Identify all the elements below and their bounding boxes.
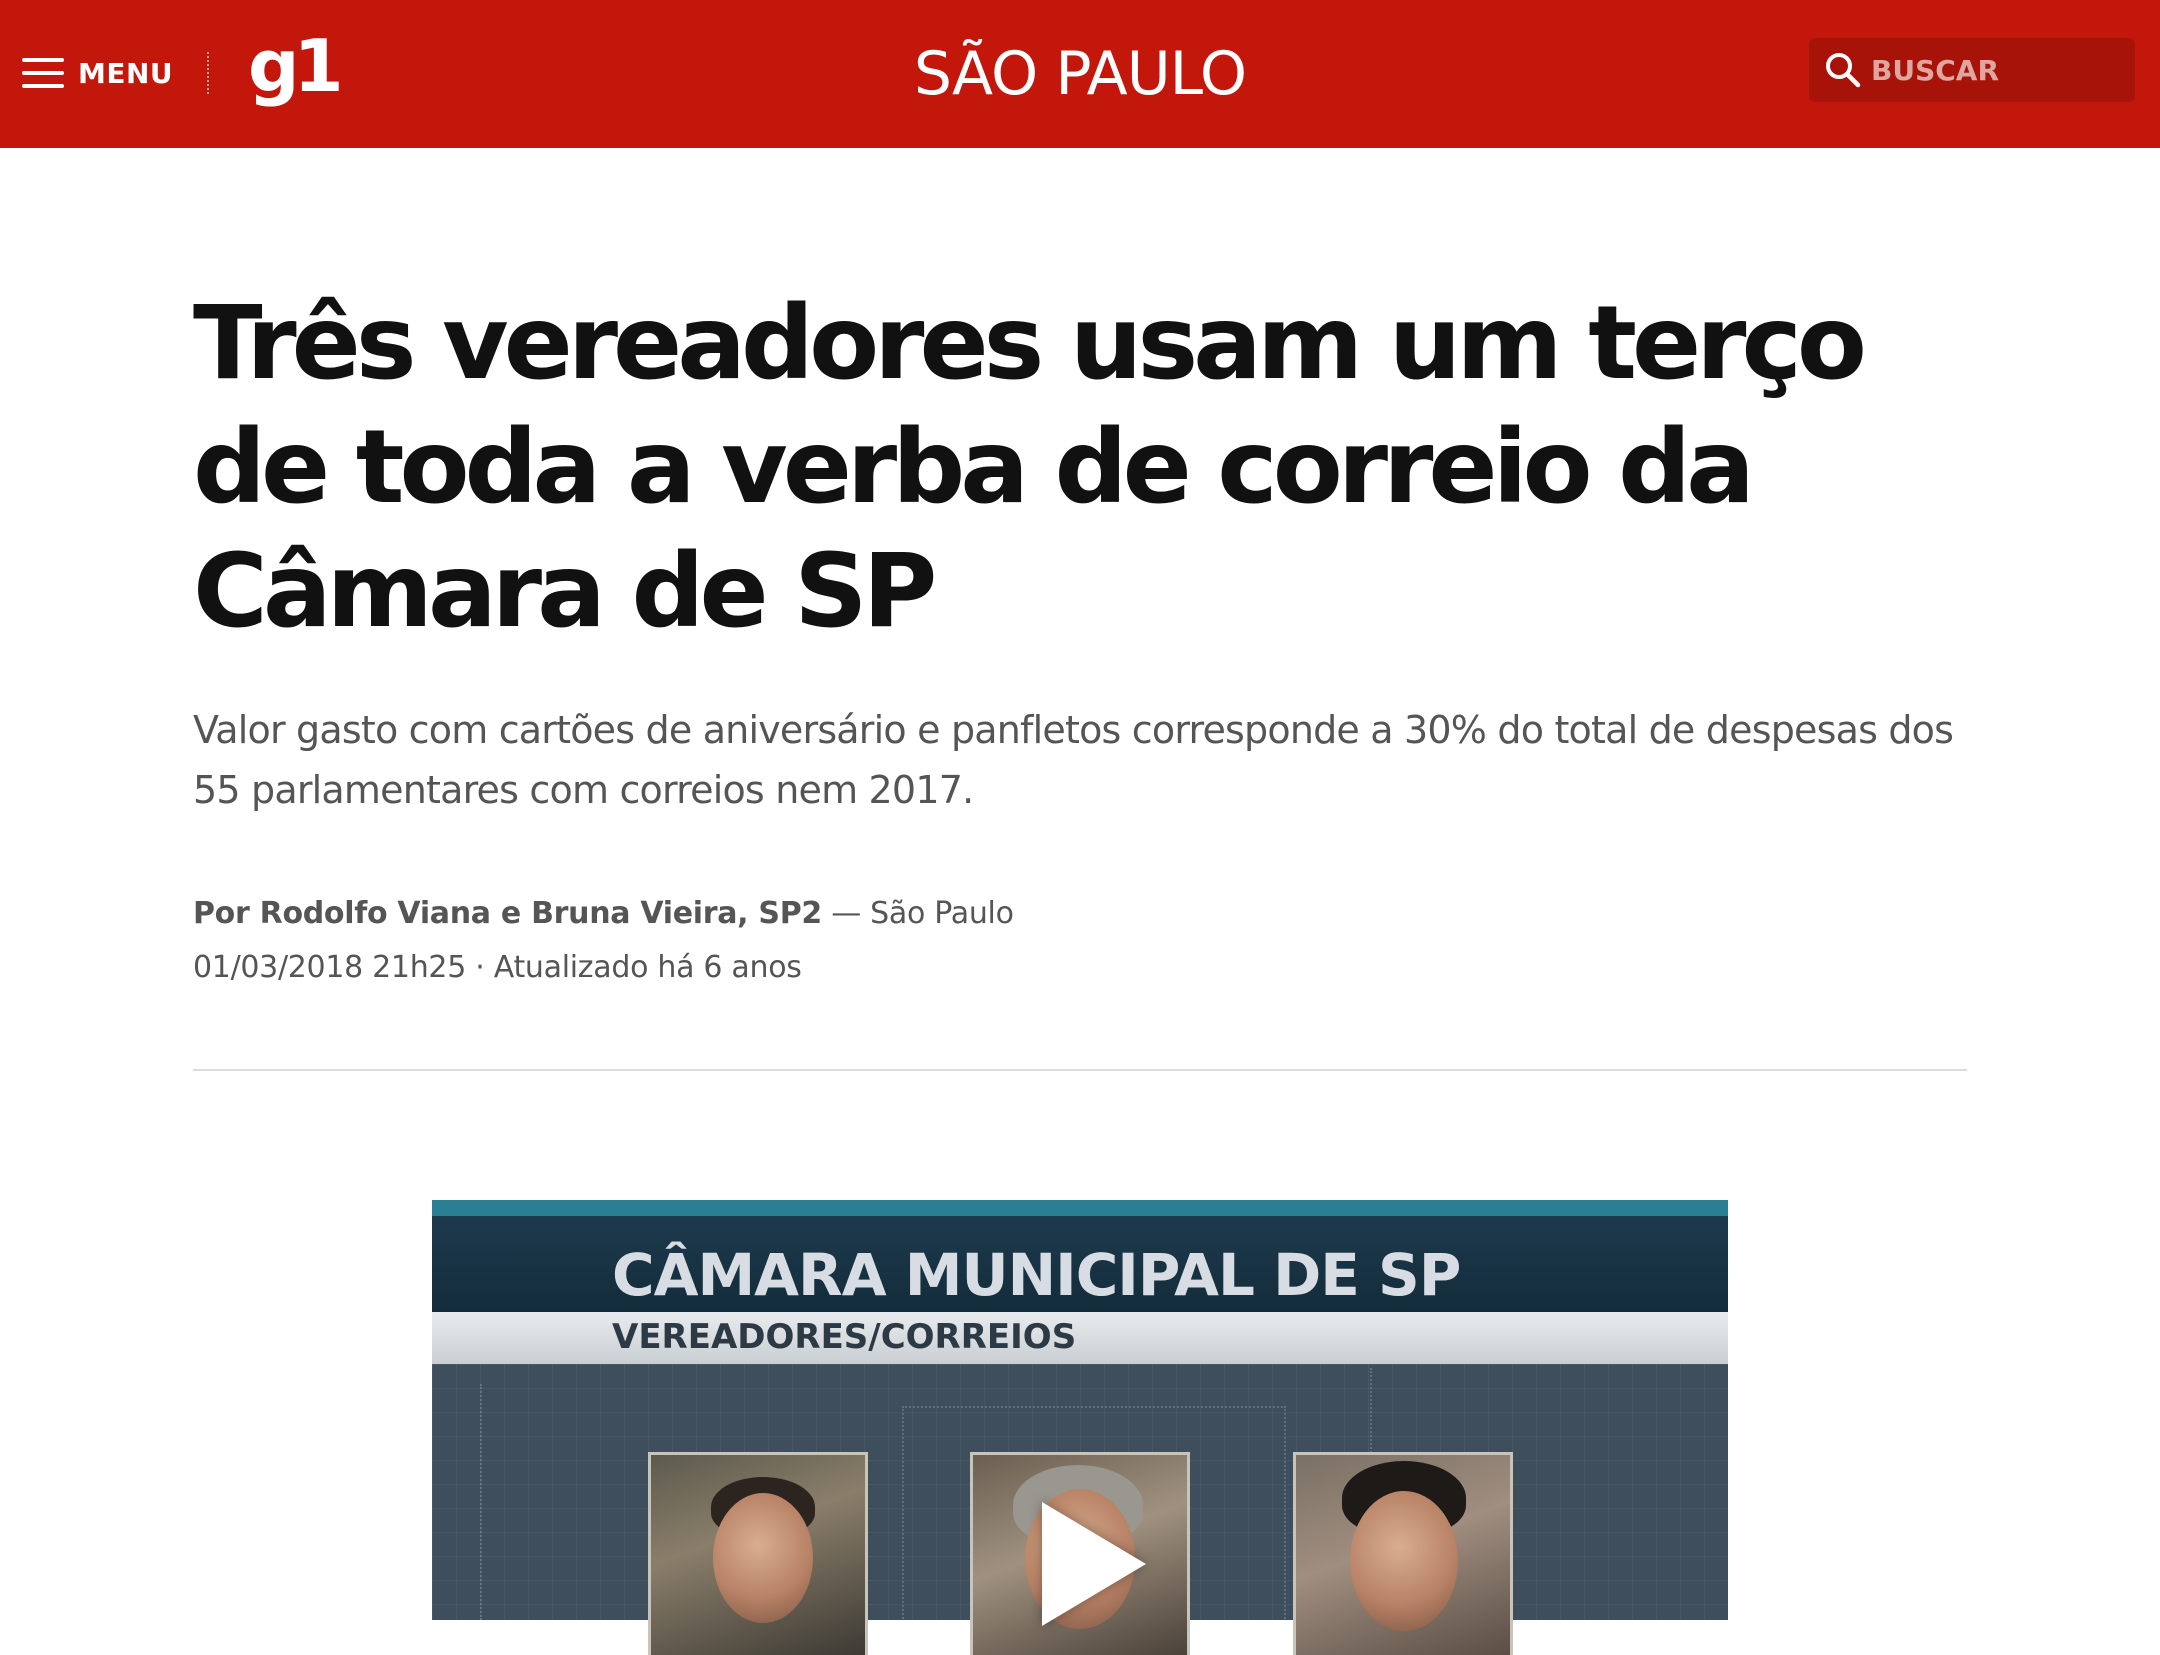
article-headline: Três vereadores usam um terço de toda a … — [193, 284, 1867, 651]
councilor-photo-1 — [648, 1452, 868, 1655]
search-input[interactable] — [1871, 53, 2121, 87]
updated-time: Atualizado há 6 anos — [493, 950, 802, 985]
search-icon[interactable] — [1823, 50, 1863, 90]
video-subtitle: VEREADORES/CORREIOS — [612, 1317, 1077, 1357]
menu-label: MENU — [78, 56, 174, 90]
byline-location: — São Paulo — [831, 896, 1014, 931]
section-title[interactable]: SÃO PAULO — [914, 39, 1247, 109]
search-box[interactable] — [1809, 38, 2135, 102]
play-icon[interactable] — [1042, 1502, 1146, 1626]
video-top-strip — [432, 1200, 1728, 1216]
content-divider — [193, 1069, 1967, 1071]
byline-authors: Por Rodolfo Viana e Bruna Vieira, SP2 — [193, 896, 822, 931]
date-separator: · — [475, 950, 485, 985]
publish-date: 01/03/2018 21h25 — [193, 950, 467, 985]
top-header: MENU g1 SÃO PAULO — [0, 0, 2160, 148]
graphic-guide-line — [480, 1384, 482, 1620]
video-title: CÂMARA MUNICIPAL DE SP — [612, 1241, 1461, 1309]
menu-button[interactable]: MENU — [22, 48, 173, 98]
video-subtitle-bar: VEREADORES/CORREIOS — [432, 1312, 1728, 1364]
dateline: 01/03/2018 21h25 · Atualizado há 6 anos — [193, 946, 802, 990]
header-divider — [207, 52, 209, 94]
byline: Por Rodolfo Viana e Bruna Vieira, SP2 — … — [193, 892, 1014, 936]
hamburger-icon — [22, 58, 64, 88]
councilor-photo-3 — [1293, 1452, 1513, 1655]
article-subtitle: Valor gasto com cartões de aniversário e… — [193, 708, 1954, 812]
video-title-bar: CÂMARA MUNICIPAL DE SP — [432, 1216, 1728, 1312]
g1-logo[interactable]: g1 — [248, 30, 344, 102]
